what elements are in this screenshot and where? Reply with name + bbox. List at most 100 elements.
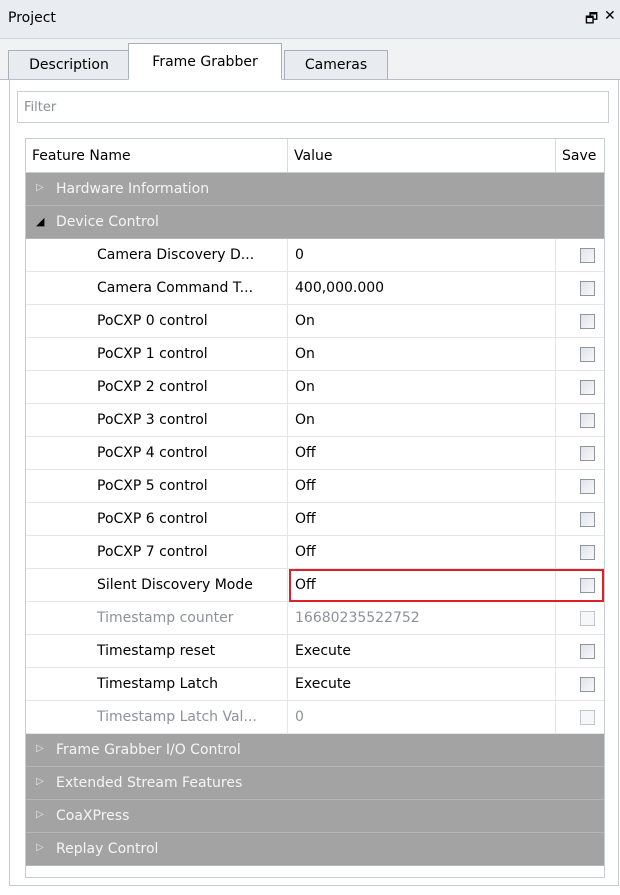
- save-cell: [556, 239, 604, 272]
- grid-header: Feature Name Value Save: [26, 139, 604, 173]
- save-checkbox[interactable]: [580, 644, 595, 659]
- feature-row-pocxp-7[interactable]: PoCXP 7 control Off: [26, 536, 604, 569]
- feature-value[interactable]: Off: [288, 470, 556, 503]
- save-checkbox[interactable]: [580, 347, 595, 362]
- feature-value[interactable]: 400,000.000: [288, 272, 556, 305]
- feature-value[interactable]: 0: [288, 239, 556, 272]
- feature-row-pocxp-4[interactable]: PoCXP 4 control Off: [26, 437, 604, 470]
- expand-arrow-icon[interactable]: ▷: [36, 809, 44, 820]
- tab-description[interactable]: Description: [8, 50, 130, 80]
- close-icon[interactable]: ✕: [604, 8, 616, 24]
- feature-value[interactable]: On: [288, 371, 556, 404]
- feature-value[interactable]: Execute: [288, 668, 556, 701]
- feature-value[interactable]: On: [288, 338, 556, 371]
- feature-name: Timestamp counter: [26, 602, 288, 635]
- feature-row-timestamp-reset[interactable]: Timestamp reset Execute: [26, 635, 604, 668]
- save-checkbox[interactable]: [580, 446, 595, 461]
- tab-frame-grabber[interactable]: Frame Grabber: [128, 43, 282, 80]
- expand-arrow-icon[interactable]: ▷: [36, 182, 44, 193]
- save-cell: [556, 437, 604, 470]
- feature-value: 0: [288, 701, 556, 734]
- feature-row-pocxp-2[interactable]: PoCXP 2 control On: [26, 371, 604, 404]
- feature-row-camera-command[interactable]: Camera Command T... 400,000.000: [26, 272, 604, 305]
- save-cell: [556, 602, 604, 635]
- save-checkbox[interactable]: [580, 413, 595, 428]
- category-label: Device Control: [56, 214, 159, 230]
- save-checkbox[interactable]: [580, 677, 595, 692]
- panel-titlebar: Project 🗗 ✕: [0, 0, 620, 39]
- column-header-value[interactable]: Value: [288, 139, 556, 172]
- category-extended-stream-features[interactable]: ▷ Extended Stream Features: [26, 767, 604, 800]
- save-checkbox[interactable]: [580, 545, 595, 560]
- tab-cameras[interactable]: Cameras: [284, 50, 388, 80]
- category-label: CoaXPress: [56, 808, 130, 824]
- feature-name: PoCXP 5 control: [26, 470, 288, 503]
- expand-arrow-icon[interactable]: ▷: [36, 743, 44, 754]
- category-hardware-information[interactable]: ▷ Hardware Information: [26, 173, 604, 206]
- feature-value[interactable]: Off: [288, 569, 556, 602]
- category-label: Replay Control: [56, 841, 159, 857]
- feature-row-timestamp-counter: Timestamp counter 16680235522752: [26, 602, 604, 635]
- feature-row-pocxp-1[interactable]: PoCXP 1 control On: [26, 338, 604, 371]
- feature-name: PoCXP 7 control: [26, 536, 288, 569]
- feature-row-pocxp-3[interactable]: PoCXP 3 control On: [26, 404, 604, 437]
- feature-name: PoCXP 3 control: [26, 404, 288, 437]
- feature-row-camera-discovery[interactable]: Camera Discovery D... 0: [26, 239, 604, 272]
- filter-input[interactable]: [17, 91, 609, 123]
- panel-title: Project: [8, 10, 56, 26]
- feature-value[interactable]: Off: [288, 536, 556, 569]
- feature-row-pocxp-5[interactable]: PoCXP 5 control Off: [26, 470, 604, 503]
- feature-name: PoCXP 0 control: [26, 305, 288, 338]
- category-label: Extended Stream Features: [56, 775, 243, 791]
- save-checkbox: [580, 710, 595, 725]
- feature-name: Camera Discovery D...: [26, 239, 288, 272]
- save-cell: [556, 536, 604, 569]
- category-frame-grabber-io-control[interactable]: ▷ Frame Grabber I/O Control: [26, 734, 604, 767]
- save-checkbox[interactable]: [580, 479, 595, 494]
- expand-arrow-icon[interactable]: ▷: [36, 776, 44, 787]
- feature-value[interactable]: On: [288, 305, 556, 338]
- feature-name: Timestamp Latch: [26, 668, 288, 701]
- feature-name: PoCXP 1 control: [26, 338, 288, 371]
- save-checkbox[interactable]: [580, 578, 595, 593]
- save-cell: [556, 305, 604, 338]
- collapse-arrow-icon[interactable]: ◢: [36, 215, 44, 228]
- save-checkbox[interactable]: [580, 512, 595, 527]
- category-coaxpress[interactable]: ▷ CoaXPress: [26, 800, 604, 833]
- column-header-save[interactable]: Save: [556, 139, 604, 172]
- save-cell: [556, 668, 604, 701]
- category-replay-control[interactable]: ▷ Replay Control: [26, 833, 604, 866]
- feature-value[interactable]: Off: [288, 437, 556, 470]
- feature-row-silent-discovery-mode[interactable]: Silent Discovery Mode Off: [26, 569, 604, 602]
- save-checkbox[interactable]: [580, 248, 595, 263]
- save-cell: [556, 503, 604, 536]
- save-checkbox[interactable]: [580, 314, 595, 329]
- feature-row-pocxp-6[interactable]: PoCXP 6 control Off: [26, 503, 604, 536]
- feature-value[interactable]: Off: [288, 503, 556, 536]
- feature-name: Timestamp reset: [26, 635, 288, 668]
- feature-row-timestamp-latch[interactable]: Timestamp Latch Execute: [26, 668, 604, 701]
- save-cell: [556, 338, 604, 371]
- feature-name: PoCXP 2 control: [26, 371, 288, 404]
- feature-grid: Feature Name Value Save ▷ Hardware Infor…: [25, 138, 605, 878]
- category-device-control[interactable]: ◢ Device Control: [26, 206, 604, 239]
- float-window-icon[interactable]: 🗗: [585, 8, 598, 32]
- feature-name: Timestamp Latch Val...: [26, 701, 288, 734]
- feature-value[interactable]: Execute: [288, 635, 556, 668]
- project-panel: Project 🗗 ✕ Description Frame Grabber Ca…: [0, 0, 620, 895]
- expand-arrow-icon[interactable]: ▷: [36, 842, 44, 853]
- save-checkbox[interactable]: [580, 281, 595, 296]
- category-label: Hardware Information: [56, 181, 210, 197]
- save-cell: [556, 404, 604, 437]
- save-cell: [556, 470, 604, 503]
- feature-value[interactable]: On: [288, 404, 556, 437]
- save-cell: [556, 569, 604, 602]
- category-label: Frame Grabber I/O Control: [56, 742, 241, 758]
- feature-row-pocxp-0[interactable]: PoCXP 0 control On: [26, 305, 604, 338]
- feature-name: Camera Command T...: [26, 272, 288, 305]
- save-checkbox[interactable]: [580, 380, 595, 395]
- column-header-feature-name[interactable]: Feature Name: [26, 139, 288, 172]
- save-cell: [556, 701, 604, 734]
- feature-name: PoCXP 6 control: [26, 503, 288, 536]
- feature-name: Silent Discovery Mode: [26, 569, 288, 602]
